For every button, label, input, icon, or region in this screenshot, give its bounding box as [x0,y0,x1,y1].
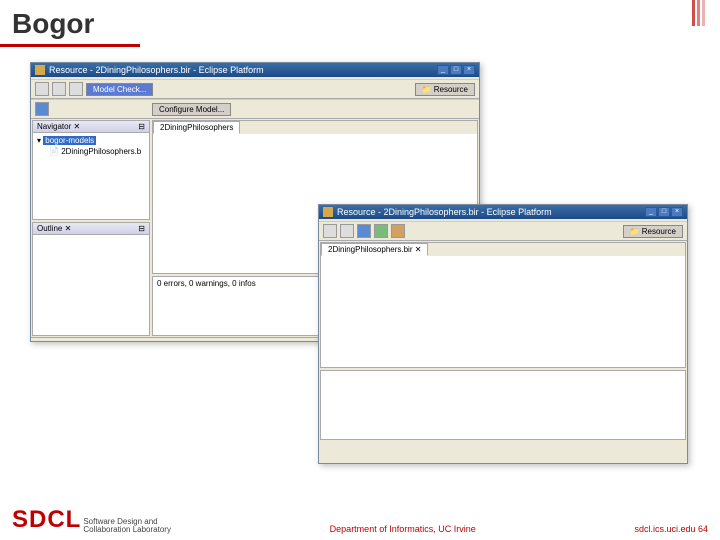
new-icon[interactable] [35,82,49,96]
maximize-icon[interactable]: □ [450,65,462,75]
window-title: Resource - 2DiningPhilosophers.bir - Ecl… [337,207,552,217]
print-icon[interactable] [69,82,83,96]
app-icon [323,207,333,217]
footer-pagenum: sdcl.ics.uci.edu 64 [634,524,708,534]
minimize-icon[interactable]: _ [437,65,449,75]
perspective-button[interactable]: 📁 Resource [623,225,683,238]
eclipse-window-2: Resource - 2DiningPhilosophers.bir - Ecl… [318,204,688,464]
editor-tab[interactable]: 2DiningPhilosophers.bir ✕ [321,243,428,256]
navigator-pane: Navigator ✕ ⊟ ▾ bogor-models 📄 2DiningPhi… [32,120,150,220]
tool-icon[interactable] [35,102,49,116]
slide-title: Bogor [0,0,720,44]
toolbar: 📁 Resource [319,221,687,241]
save-icon[interactable] [52,82,66,96]
project-node[interactable]: ▾ bogor-models [37,135,145,146]
close-icon[interactable]: ⊟ [138,224,145,233]
perspective-button[interactable]: 📁 Resource [415,83,475,96]
toolbar: Model Check... 📁 Resource [31,79,479,99]
run-icon[interactable] [374,224,388,238]
code-area[interactable] [321,256,685,262]
debug-icon[interactable] [391,224,405,238]
model-check-button[interactable]: Model Check... [86,83,153,96]
configure-model-button[interactable]: Configure Model... [152,103,231,116]
editor-pane: 2DiningPhilosophers.bir ✕ [320,242,686,368]
title-underline [0,44,140,47]
close-icon[interactable]: × [463,65,475,75]
titlebar[interactable]: Resource - 2DiningPhilosophers.bir - Ecl… [319,205,687,219]
save-icon[interactable] [340,224,354,238]
code-area[interactable] [153,134,477,140]
outline-title: Outline ✕ [37,224,71,233]
toolbar-2: Configure Model... [31,99,479,119]
titlebar[interactable]: Resource - 2DiningPhilosophers.bir - Ecl… [31,63,479,77]
maximize-icon[interactable]: □ [658,207,670,217]
footer-department: Department of Informatics, UC Irvine [171,524,635,534]
window-title: Resource - 2DiningPhilosophers.bir - Ecl… [49,65,264,75]
minimize-icon[interactable]: _ [645,207,657,217]
outline-pane: Outline ✕ ⊟ [32,222,150,336]
close-icon[interactable]: × [671,207,683,217]
brand-subtitle: Software Design andCollaboration Laborat… [83,518,171,534]
bogor-status-pane [320,370,686,440]
app-icon [35,65,45,75]
editor-tab[interactable]: 2DiningPhilosophers [153,121,240,134]
footer: SDCL Software Design andCollaboration La… [0,506,720,534]
navigator-title: Navigator ✕ [37,122,80,131]
file-node[interactable]: 📄 2DiningPhilosophers.b [37,146,145,157]
close-icon[interactable]: ⊟ [138,122,145,131]
new-icon[interactable] [323,224,337,238]
decorative-bars [692,0,705,26]
brand-logo: SDCL [12,506,81,534]
tool-icon[interactable] [357,224,371,238]
